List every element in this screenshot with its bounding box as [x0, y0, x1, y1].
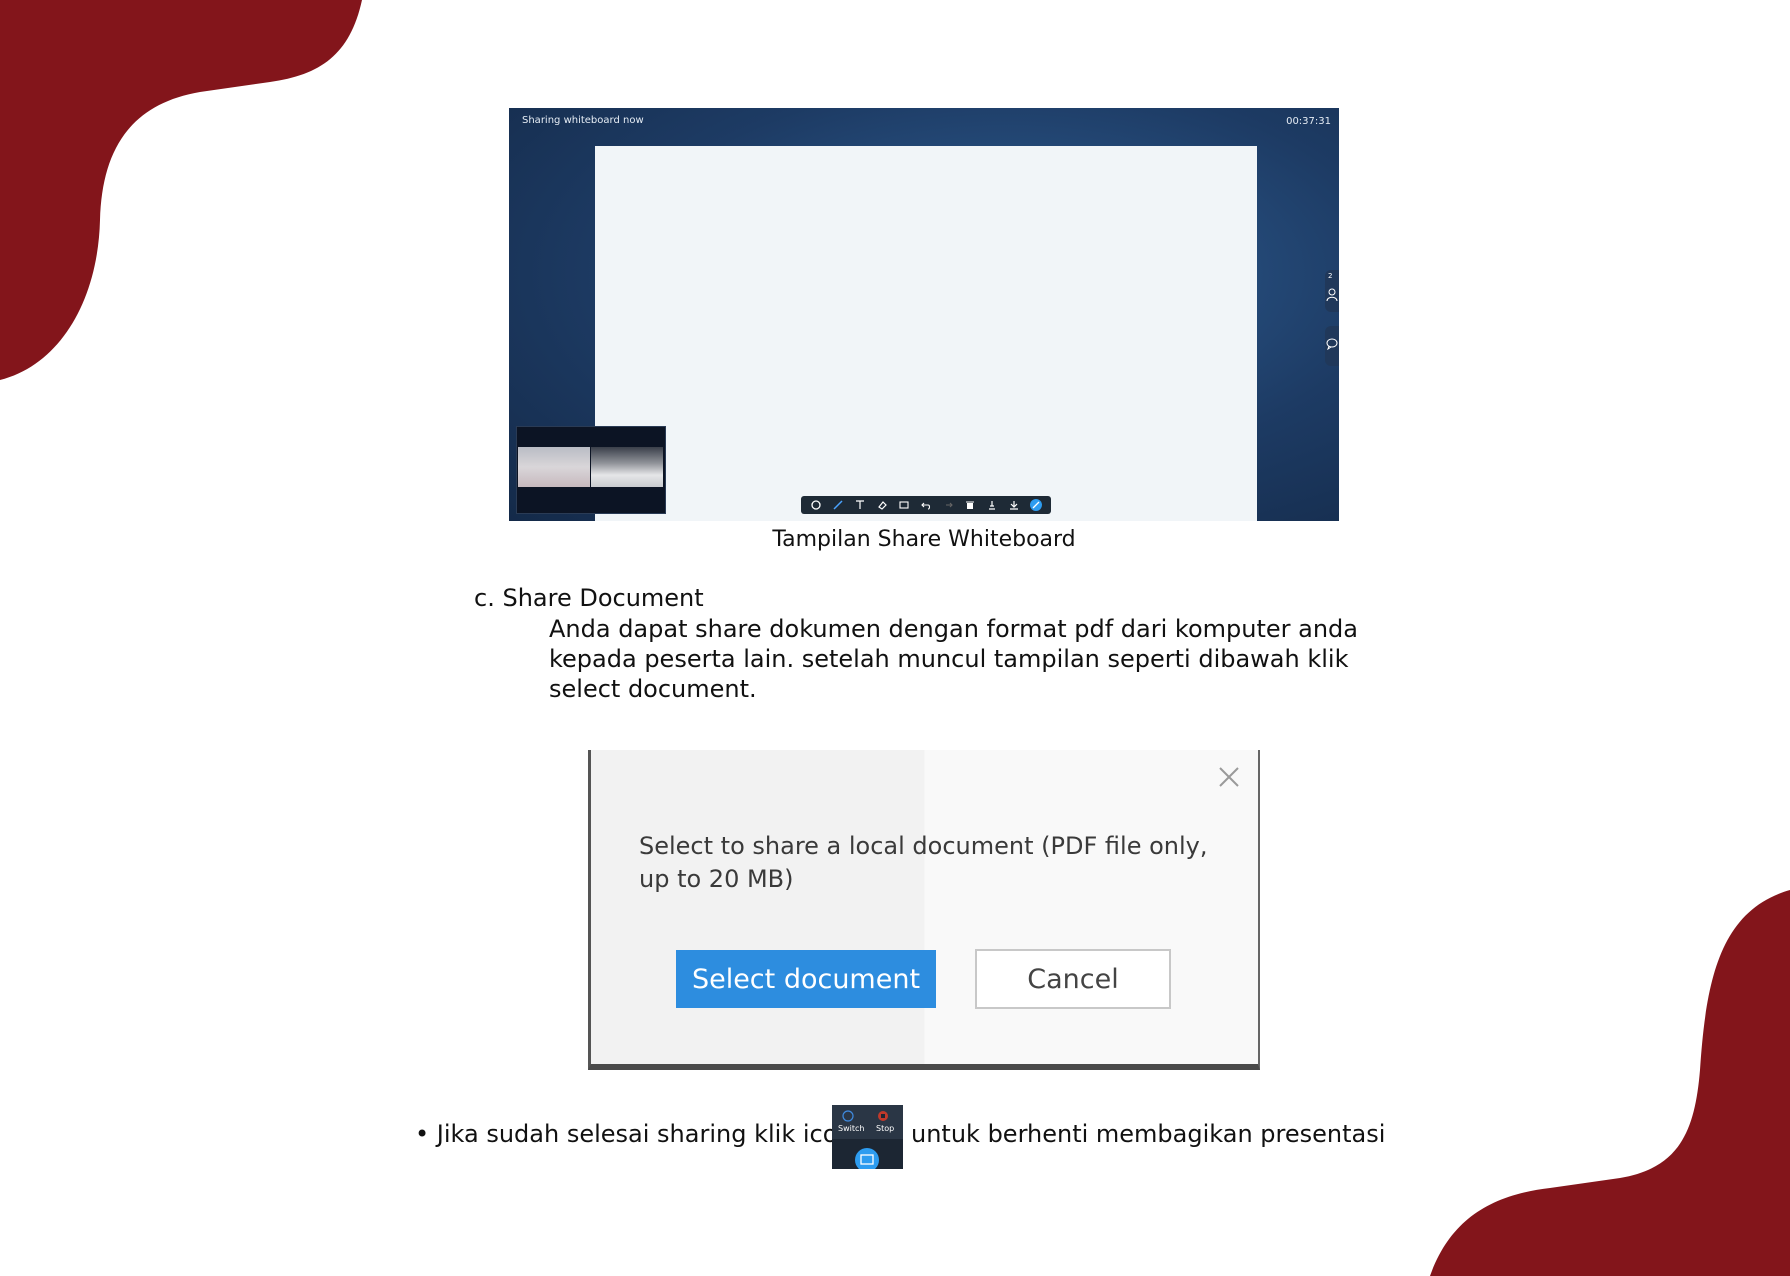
participant-count: 2	[1328, 272, 1333, 280]
screen-share-icon	[855, 1148, 879, 1169]
video-feed-2[interactable]	[591, 447, 663, 487]
whiteboard-screenshot: Sharing whiteboard now 00:37:31 2	[509, 108, 1339, 521]
eraser-tool-icon[interactable]	[876, 499, 888, 511]
chat-icon	[1326, 338, 1338, 350]
stop-share-icon: Switch Stop	[832, 1105, 903, 1169]
edit-active-icon[interactable]	[1030, 499, 1042, 511]
clear-icon[interactable]	[986, 499, 998, 511]
participants-tab[interactable]: 2	[1325, 270, 1339, 312]
bottom-right-decoration	[1430, 890, 1790, 1276]
redo-icon[interactable]	[942, 499, 954, 511]
image-tool-icon[interactable]	[898, 499, 910, 511]
whiteboard-caption: Tampilan Share Whiteboard	[772, 527, 1076, 552]
switch-label: Switch	[838, 1124, 865, 1133]
sharing-status-text: Sharing whiteboard now	[522, 115, 644, 126]
shape-tool-icon[interactable]	[810, 499, 822, 511]
section-heading: c. Share Document	[474, 584, 704, 612]
participant-icon	[1326, 288, 1338, 302]
video-thumbnails[interactable]	[516, 426, 666, 514]
download-icon[interactable]	[1008, 499, 1020, 511]
text-tool-icon[interactable]	[854, 499, 866, 511]
pen-tool-icon[interactable]	[832, 499, 844, 511]
whiteboard-toolbar	[801, 496, 1051, 514]
instruction-before-icon: • Jika sudah selesai sharing klik icon	[415, 1120, 853, 1148]
video-feed-1[interactable]	[518, 447, 590, 487]
cancel-button[interactable]: Cancel	[975, 949, 1171, 1009]
instruction-after-icon: untuk berhenti membagikan presentasi	[911, 1120, 1386, 1148]
meeting-timer: 00:37:31	[1286, 116, 1331, 127]
dialog-message: Select to share a local document (PDF fi…	[639, 832, 1208, 893]
chat-tab[interactable]	[1325, 326, 1339, 366]
undo-icon[interactable]	[920, 499, 932, 511]
section-paragraph: Anda dapat share dokumen dengan format p…	[549, 615, 1358, 703]
stop-icon	[878, 1111, 888, 1121]
stop-label: Stop	[876, 1124, 895, 1133]
whiteboard-canvas[interactable]	[595, 146, 1257, 521]
select-document-button[interactable]: Select document	[676, 950, 936, 1008]
top-left-decoration	[0, 0, 362, 380]
close-icon[interactable]	[1216, 764, 1242, 790]
share-document-dialog: Select to share a local document (PDF fi…	[588, 750, 1260, 1070]
delete-icon[interactable]	[964, 499, 976, 511]
switch-icon	[842, 1110, 854, 1122]
